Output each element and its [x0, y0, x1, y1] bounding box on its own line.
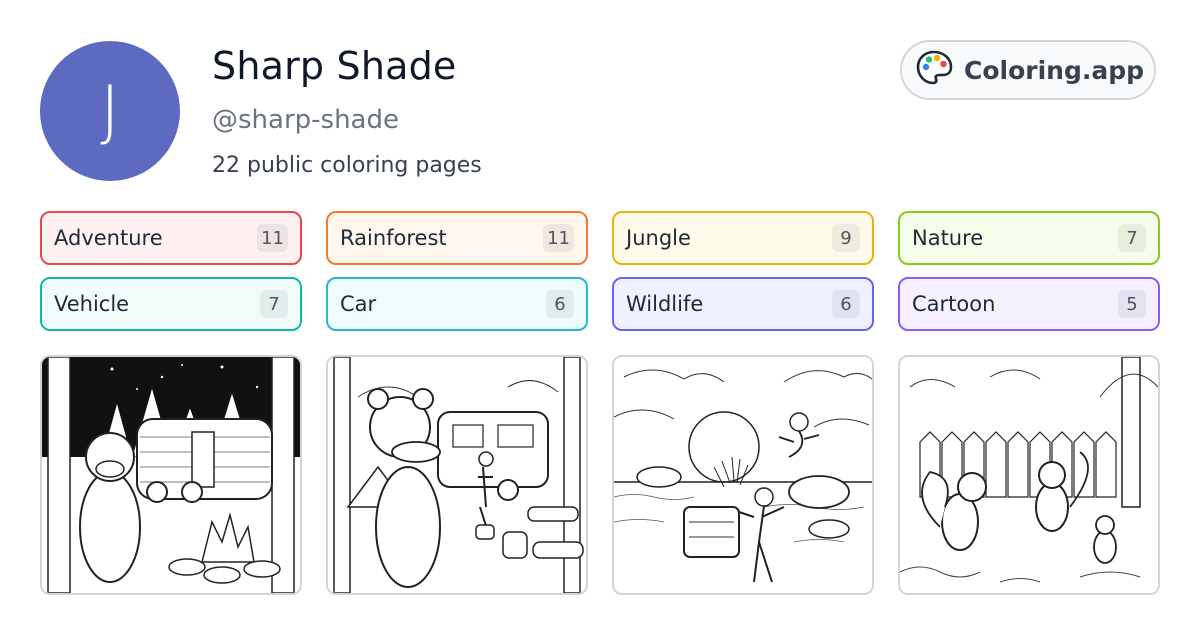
avatar: J — [40, 41, 180, 181]
tag-rainforest[interactable]: Rainforest 11 — [326, 211, 588, 265]
tag-adventure[interactable]: Adventure 11 — [40, 211, 302, 265]
campsite-costume-image — [328, 357, 586, 593]
tag-jungle[interactable]: Jungle 9 — [612, 211, 874, 265]
page-count: 22 public coloring pages — [212, 153, 482, 178]
profile-handle: @sharp-shade — [212, 105, 399, 135]
tag-count: 6 — [546, 290, 574, 318]
tag-count: 9 — [832, 224, 860, 252]
tag-label: Vehicle — [54, 292, 130, 316]
tag-grid: Adventure 11 Rainforest 11 Jungle 9 Natu… — [40, 211, 1160, 331]
thumbnail-card[interactable] — [898, 355, 1160, 595]
thumbnail-card[interactable] — [40, 355, 302, 595]
tag-count: 7 — [260, 290, 288, 318]
tag-count: 11 — [543, 224, 574, 252]
tag-label: Car — [340, 292, 377, 316]
tag-count: 11 — [257, 224, 288, 252]
backyard-squirrels-image — [900, 357, 1158, 593]
ocean-scene-image — [614, 357, 872, 593]
avatar-initial: J — [100, 72, 120, 149]
tag-cartoon[interactable]: Cartoon 5 — [898, 277, 1160, 331]
tag-car[interactable]: Car 6 — [326, 277, 588, 331]
tag-label: Nature — [912, 226, 984, 250]
tag-count: 7 — [1118, 224, 1146, 252]
thumbnail-card[interactable] — [612, 355, 874, 595]
night-campsite-image — [42, 357, 300, 593]
profile-name: Sharp Shade — [212, 44, 457, 88]
thumbnail-card[interactable] — [326, 355, 588, 595]
tag-nature[interactable]: Nature 7 — [898, 211, 1160, 265]
palette-icon — [914, 48, 954, 92]
tag-count: 5 — [1118, 290, 1146, 318]
tag-label: Rainforest — [340, 226, 447, 250]
thumbnail-grid — [40, 355, 1160, 595]
tag-label: Adventure — [54, 226, 163, 250]
tag-vehicle[interactable]: Vehicle 7 — [40, 277, 302, 331]
tag-label: Jungle — [626, 226, 691, 250]
brand-badge[interactable]: Coloring.app — [900, 40, 1156, 100]
brand-label: Coloring.app — [964, 55, 1145, 85]
tag-label: Wildlife — [626, 292, 704, 316]
tag-wildlife[interactable]: Wildlife 6 — [612, 277, 874, 331]
tag-label: Cartoon — [912, 292, 996, 316]
tag-count: 6 — [832, 290, 860, 318]
